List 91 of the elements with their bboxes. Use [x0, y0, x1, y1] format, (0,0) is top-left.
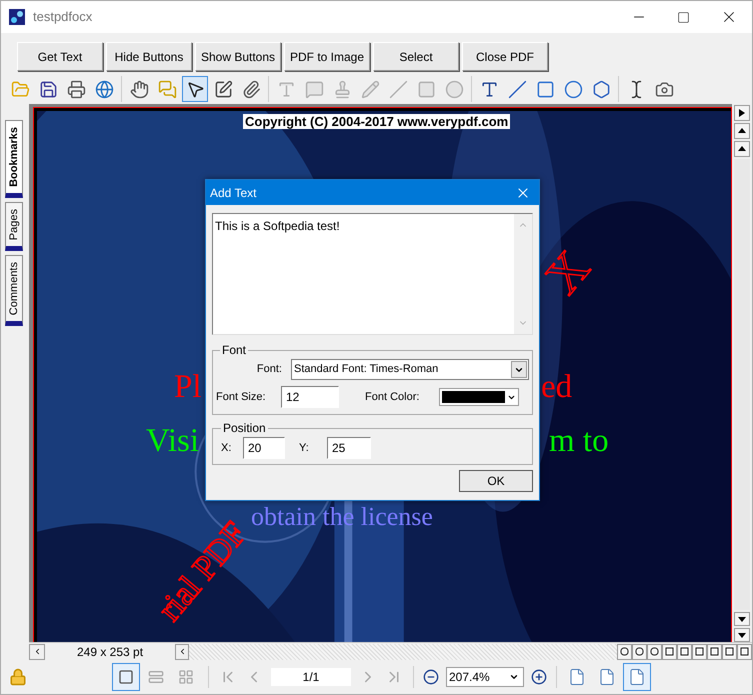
view-mode-button[interactable] — [662, 644, 677, 660]
rectangle-icon — [416, 80, 436, 98]
font-dropdown[interactable]: Standard Font: Times-Roman — [291, 359, 529, 380]
pointer-icon — [186, 80, 204, 98]
arrow-icon — [738, 145, 746, 153]
action-button[interactable]: Hide Buttons — [106, 42, 192, 71]
lock-icon — [9, 668, 27, 686]
ellipse-icon — [444, 80, 464, 98]
toolbar-button[interactable] — [182, 76, 208, 102]
view-mode-button[interactable] — [677, 644, 692, 660]
comments-icon — [158, 80, 176, 98]
arrow-icon — [738, 127, 746, 135]
watermark-text: Visi — [146, 423, 200, 459]
page-field[interactable]: 1/1 — [271, 668, 351, 686]
stamp-icon — [332, 80, 352, 98]
scroll-button[interactable] — [734, 123, 750, 139]
view-mode-button[interactable] — [722, 644, 737, 660]
action-button[interactable]: Close PDF — [462, 42, 548, 71]
camera-icon — [654, 80, 674, 98]
font-color-label: Font Color: — [365, 390, 420, 405]
action-button[interactable]: Select — [373, 42, 459, 71]
scroll-button[interactable] — [734, 612, 750, 626]
font-size-field[interactable]: 12 — [281, 386, 339, 408]
arrow-icon — [738, 109, 746, 117]
group-label: Position — [222, 420, 267, 437]
scroll-button[interactable] — [734, 141, 750, 157]
ellipse-icon — [564, 80, 582, 98]
font-label: Font: — [256, 362, 282, 378]
folder-open-icon — [10, 80, 30, 98]
app-icon — [9, 9, 25, 25]
save-icon — [38, 80, 58, 98]
x-label: X: — [221, 440, 232, 456]
scroll-button[interactable] — [734, 628, 750, 642]
y-field[interactable]: 25 — [327, 437, 371, 459]
page-icon — [598, 668, 616, 686]
pencil-icon — [360, 80, 380, 98]
view-mode-button[interactable] — [632, 644, 647, 660]
polygon-icon — [592, 80, 610, 98]
text-box-icon — [276, 80, 296, 98]
copyright-label: Copyright (C) 2004-2017 www.verypdf.com — [243, 114, 510, 129]
page-size-label: 249 x 253 pt — [76, 644, 144, 660]
watermark-text: Pl — [174, 369, 202, 405]
group-label: Font — [221, 342, 248, 359]
facing-icon — [178, 669, 194, 685]
zoom-in-icon[interactable] — [531, 669, 547, 685]
edit-icon — [214, 80, 232, 98]
hand-icon — [130, 80, 148, 98]
view-mode-button[interactable] — [647, 644, 662, 660]
watermark-text: X — [536, 241, 599, 303]
scroll-button[interactable] — [734, 105, 750, 121]
font-size-label: Font Size: — [216, 390, 267, 405]
zoom-out-icon[interactable] — [423, 669, 439, 685]
globe-icon — [94, 80, 114, 98]
continuous-icon — [148, 669, 164, 685]
printer-icon — [66, 80, 86, 98]
page-fit-button[interactable] — [623, 663, 651, 691]
rectangle-icon — [536, 80, 554, 98]
action-button[interactable]: Show Buttons — [195, 42, 281, 71]
action-button[interactable]: PDF to Image — [284, 42, 370, 71]
text-value: This is a Softpedia test! — [214, 218, 341, 235]
paperclip-icon — [242, 80, 260, 98]
view-mode-button[interactable] — [617, 644, 632, 660]
dialog-title: Add Text — [210, 184, 256, 202]
note-icon — [304, 80, 324, 98]
watermark-text: ed — [541, 369, 572, 405]
line-icon — [388, 80, 408, 98]
side-tab[interactable]: Bookmarks — [5, 120, 23, 198]
scroll-button[interactable] — [175, 644, 189, 660]
side-tab[interactable]: Pages — [5, 202, 23, 252]
single-page-icon — [118, 669, 134, 685]
view-mode-button[interactable] — [692, 644, 707, 660]
page-icon — [628, 668, 646, 686]
side-tab[interactable]: Comments — [5, 255, 23, 326]
line-icon — [508, 80, 526, 98]
view-button[interactable] — [112, 663, 140, 691]
ok-button[interactable]: OK — [459, 470, 533, 492]
x-field[interactable]: 20 — [243, 437, 285, 459]
y-label: Y: — [299, 440, 310, 456]
view-mode-button[interactable] — [737, 644, 752, 660]
action-button[interactable]: Get Text — [17, 42, 103, 71]
watermark-text: m to — [549, 423, 609, 459]
view-mode-button[interactable] — [707, 644, 722, 660]
split-handle[interactable] — [29, 644, 45, 660]
zoom-dropdown[interactable]: 207.4% — [446, 667, 524, 687]
window-title: testpdfocx — [33, 8, 92, 26]
page-icon — [568, 668, 586, 686]
color-picker[interactable] — [439, 388, 520, 406]
caret-icon — [509, 672, 519, 682]
text-box-icon — [480, 80, 498, 98]
maximize-icon[interactable] — [677, 10, 690, 24]
watermark-text: obtain the license — [251, 503, 433, 530]
